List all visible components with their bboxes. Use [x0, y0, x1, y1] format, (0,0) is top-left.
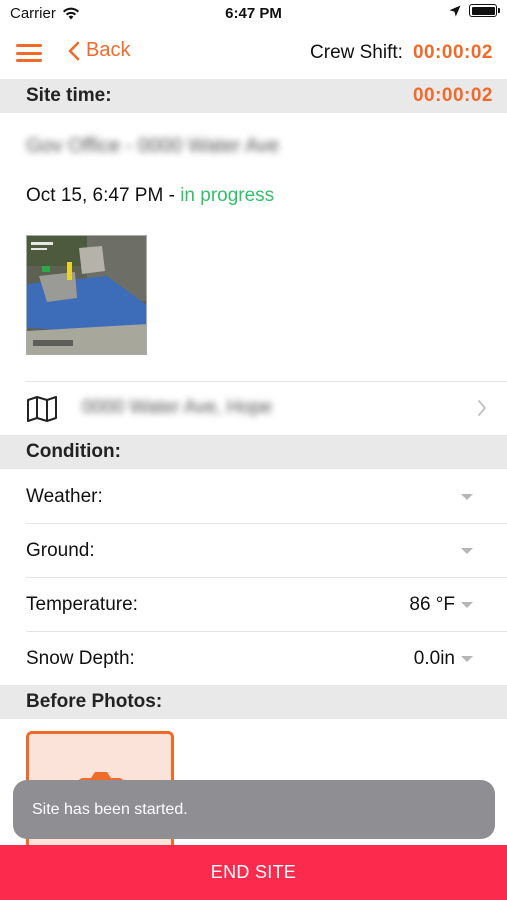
site-status: in progress — [180, 185, 275, 206]
snow-depth-value: 0.0in — [413, 648, 455, 669]
battery-icon — [469, 4, 500, 17]
crew-shift: Crew Shift: 00:00:02 — [310, 42, 493, 64]
site-time-value: 00:00:02 — [412, 85, 493, 106]
condition-label: Condition: — [26, 441, 121, 462]
dropdown-caret-icon — [461, 602, 473, 608]
back-label: Back — [86, 39, 131, 61]
hamburger-menu-icon[interactable] — [16, 42, 42, 64]
crew-shift-label: Crew Shift: — [310, 42, 403, 63]
status-time: 6:47 PM — [225, 5, 282, 22]
back-button[interactable]: Back — [68, 39, 130, 62]
map-icon — [27, 396, 57, 422]
nav-bar: Back Crew Shift: 00:00:02 — [0, 30, 507, 76]
address-row[interactable]: 0000 Water Ave, Hope — [0, 382, 507, 434]
site-date: Oct 15, 6:47 PM — [26, 185, 164, 206]
chevron-right-icon — [478, 400, 486, 416]
chevron-left-icon — [68, 41, 80, 60]
ground-label: Ground: — [26, 540, 95, 561]
dropdown-caret-icon — [461, 548, 473, 554]
toast-notification: Site has been started. — [13, 780, 495, 839]
end-site-button[interactable]: END SITE — [0, 845, 507, 900]
site-time-label: Site time: — [26, 85, 112, 106]
weather-field[interactable]: Weather: — [0, 469, 507, 523]
before-photos-header: Before Photos: — [0, 685, 507, 719]
temperature-value: 86 °F — [409, 594, 455, 615]
dropdown-caret-icon — [461, 494, 473, 500]
dropdown-caret-icon — [461, 656, 473, 662]
toast-message: Site has been started. — [32, 801, 188, 818]
site-name: Gov Office - 0000 Water Ave — [26, 135, 280, 157]
status-bar: Carrier 6:47 PM — [0, 0, 507, 28]
site-time-header: Site time: 00:00:02 — [0, 79, 507, 113]
snow-depth-field[interactable]: Snow Depth: 0.0in — [0, 631, 507, 685]
site-map-thumbnail[interactable] — [26, 235, 147, 355]
temperature-field[interactable]: Temperature: 86 °F — [0, 577, 507, 631]
weather-label: Weather: — [26, 486, 103, 507]
end-site-label: END SITE — [210, 862, 297, 882]
site-date-separator: - — [163, 185, 181, 206]
ground-field[interactable]: Ground: — [0, 523, 507, 577]
snow-depth-label: Snow Depth: — [26, 648, 135, 669]
location-arrow-icon — [449, 5, 461, 16]
site-date-line: Oct 15, 6:47 PM - in progress — [26, 185, 274, 207]
before-photos-label: Before Photos: — [26, 691, 163, 712]
condition-header: Condition: — [0, 435, 507, 469]
crew-shift-timer: 00:00:02 — [412, 42, 493, 63]
site-address: 0000 Water Ave, Hope — [82, 397, 273, 418]
status-right — [449, 4, 500, 17]
temperature-label: Temperature: — [26, 594, 138, 615]
